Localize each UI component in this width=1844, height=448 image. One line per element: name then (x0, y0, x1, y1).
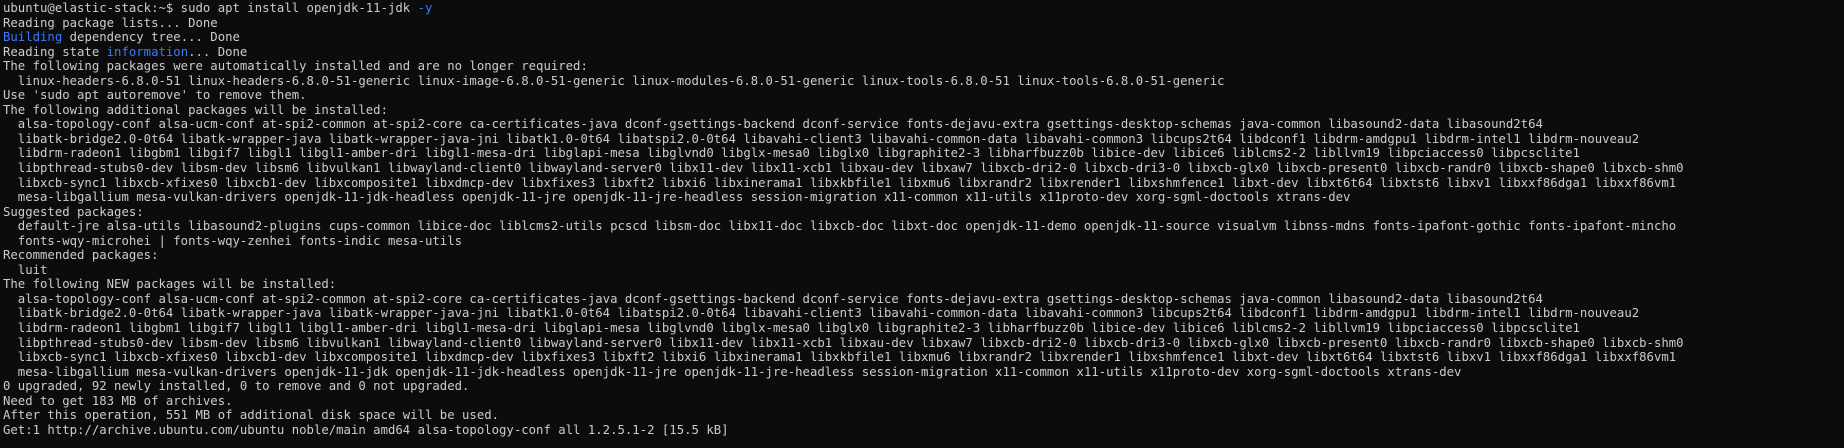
line-text: ubuntu@elastic-stack:~$ sudo apt install… (3, 1, 418, 15)
terminal-line: alsa-topology-conf alsa-ucm-conf at-spi2… (3, 117, 1841, 132)
terminal-line: mesa-libgallium mesa-vulkan-drivers open… (3, 190, 1841, 205)
line-text: 0 upgraded, 92 newly installed, 0 to rem… (3, 379, 470, 394)
terminal-line: libpthread-stubs0-dev libsm-dev libsm6 l… (3, 161, 1841, 176)
line-text: ... Done (188, 44, 248, 59)
terminal-line: Building dependency tree... Done (3, 30, 1841, 45)
line-text: The following packages were automaticall… (3, 59, 588, 74)
line-text: Suggested packages: (3, 204, 144, 219)
terminal-line: luit (3, 263, 1841, 278)
line-text: Reading state (3, 44, 107, 59)
line-text: luit (3, 262, 48, 277)
terminal-line: libxcb-sync1 libxcb-xfixes0 libxcb1-dev … (3, 350, 1841, 365)
terminal-line: mesa-libgallium mesa-vulkan-drivers open… (3, 365, 1841, 380)
terminal-line: fonts-wqy-microhei | fonts-wqy-zenhei fo… (3, 234, 1841, 249)
terminal-line: 0 upgraded, 92 newly installed, 0 to rem… (3, 379, 1841, 394)
terminal-line: Recommended packages: (3, 248, 1841, 263)
terminal-line: libdrm-radeon1 libgbm1 libgif7 libgl1 li… (3, 146, 1841, 161)
terminal-line: Reading state information... Done (3, 45, 1841, 60)
terminal-line: The following additional packages will b… (3, 103, 1841, 118)
terminal-line: The following packages were automaticall… (3, 59, 1841, 74)
terminal-line: Need to get 183 MB of archives. (3, 394, 1841, 409)
terminal-line: Get:1 http://archive.ubuntu.com/ubuntu n… (3, 423, 1841, 438)
line-text: dependency tree... Done (62, 30, 240, 45)
terminal-line: After this operation, 551 MB of addition… (3, 408, 1841, 423)
terminal-line: The following NEW packages will be insta… (3, 277, 1841, 292)
terminal-line: linux-headers-6.8.0-51 linux-headers-6.8… (3, 74, 1841, 89)
line-text: Reading package lists... Done (3, 15, 218, 30)
terminal-line: libatk-bridge2.0-0t64 libatk-wrapper-jav… (3, 132, 1841, 147)
line-text: mesa-libgallium mesa-vulkan-drivers open… (3, 190, 1351, 205)
terminal-line: Suggested packages: (3, 205, 1841, 220)
line-text: The following NEW packages will be insta… (3, 277, 337, 292)
terminal-line: default-jre alsa-utils libasound2-plugin… (3, 219, 1841, 234)
line-text: linux-headers-6.8.0-51 linux-headers-6.8… (3, 73, 1225, 88)
line-text: After this operation, 551 MB of addition… (3, 408, 500, 423)
line-text: libdrm-radeon1 libgbm1 libgif7 libgl1 li… (3, 321, 1580, 336)
line-text: default-jre alsa-utils libasound2-plugin… (3, 219, 1677, 234)
line-text: mesa-libgallium mesa-vulkan-drivers open… (3, 364, 1462, 379)
line-text: Recommended packages: (3, 248, 159, 263)
line-text: libpthread-stubs0-dev libsm-dev libsm6 l… (3, 161, 1684, 176)
line-text: fonts-wqy-microhei | fonts-wqy-zenhei fo… (3, 233, 463, 248)
terminal-line: libdrm-radeon1 libgbm1 libgif7 libgl1 li… (3, 321, 1841, 336)
line-text: Use 'sudo apt autoremove' to remove them… (3, 88, 307, 103)
terminal-line: alsa-topology-conf alsa-ucm-conf at-spi2… (3, 292, 1841, 307)
terminal-line: Use 'sudo apt autoremove' to remove them… (3, 88, 1841, 103)
highlighted-text: information (106, 44, 189, 59)
line-text: The following additional packages will b… (3, 102, 388, 117)
line-text: alsa-topology-conf alsa-ucm-conf at-spi2… (3, 291, 1543, 306)
highlighted-text: Building (3, 30, 63, 45)
highlighted-text: -y (417, 1, 433, 15)
terminal-line: libxcb-sync1 libxcb-xfixes0 libxcb1-dev … (3, 176, 1841, 191)
terminal-output[interactable]: ubuntu@elastic-stack:~$ sudo apt install… (0, 0, 1844, 448)
line-text: libdrm-radeon1 libgbm1 libgif7 libgl1 li… (3, 146, 1580, 161)
line-text: libxcb-sync1 libxcb-xfixes0 libxcb1-dev … (3, 350, 1677, 365)
command-line: ubuntu@elastic-stack:~$ sudo apt install… (3, 1, 1841, 16)
line-text: libxcb-sync1 libxcb-xfixes0 libxcb1-dev … (3, 175, 1677, 190)
line-text: libpthread-stubs0-dev libsm-dev libsm6 l… (3, 335, 1684, 350)
line-text: Need to get 183 MB of archives. (3, 393, 233, 408)
line-text: alsa-topology-conf alsa-ucm-conf at-spi2… (3, 117, 1543, 132)
line-text: Get:1 http://archive.ubuntu.com/ubuntu n… (3, 422, 729, 437)
line-text: libatk-bridge2.0-0t64 libatk-wrapper-jav… (3, 306, 1640, 321)
terminal-line: Reading package lists... Done (3, 16, 1841, 31)
terminal-line: libatk-bridge2.0-0t64 libatk-wrapper-jav… (3, 306, 1841, 321)
terminal-line: libpthread-stubs0-dev libsm-dev libsm6 l… (3, 336, 1841, 351)
line-text: libatk-bridge2.0-0t64 libatk-wrapper-jav… (3, 131, 1640, 146)
